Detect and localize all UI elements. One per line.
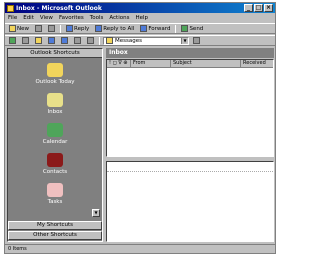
new-button[interactable]: New <box>7 24 31 33</box>
outlook-bar: Outlook Shortcuts Outlook Today Inbox Ca… <box>7 48 103 242</box>
preview-pane[interactable] <box>106 161 274 242</box>
scroll-down-button[interactable]: ▼ <box>92 209 100 217</box>
delete-button[interactable] <box>46 24 57 33</box>
forward-arrow-icon <box>22 37 29 44</box>
print-icon <box>35 25 42 32</box>
send-button-label: Send <box>189 25 204 32</box>
preview-pane-icon <box>61 37 68 44</box>
contacts-icon <box>47 153 63 167</box>
message-list[interactable]: ! ◻ ∇ ⊕ From Subject Received <box>106 59 274 157</box>
advanced-toolbar: Messages ▼ <box>5 35 275 46</box>
window-controls: _ □ × <box>244 4 273 12</box>
inbox-icon <box>47 93 63 107</box>
up-one-level-button[interactable] <box>33 36 44 45</box>
undo-icon <box>87 37 94 44</box>
menu-help[interactable]: Help <box>135 15 148 21</box>
reply-button-label: Reply <box>74 25 90 32</box>
reply-all-button[interactable]: Reply to All <box>93 24 136 33</box>
menu-file[interactable]: File <box>8 15 17 21</box>
outlook-today-icon <box>47 63 63 77</box>
group-other-shortcuts[interactable]: Other Shortcuts <box>8 231 102 240</box>
toolbar-separator <box>60 24 61 33</box>
forward-button[interactable]: Forward <box>138 24 172 33</box>
shortcut-calendar[interactable]: Calendar <box>30 123 80 145</box>
shortcut-label: Tasks <box>47 199 63 205</box>
shortcut-label: Contacts <box>42 169 68 175</box>
shortcut-label: Outlook Today <box>35 79 75 85</box>
forward-icon <box>140 25 148 32</box>
delete-icon <box>48 25 55 32</box>
shortcut-inbox[interactable]: Inbox <box>30 93 80 115</box>
column-header-received[interactable]: Received <box>241 60 273 67</box>
close-button[interactable]: × <box>264 4 273 12</box>
undo-button[interactable] <box>85 36 96 45</box>
status-bar: 0 Items <box>5 244 275 253</box>
menu-tools[interactable]: Tools <box>90 15 104 21</box>
folder-title-banner: Inbox <box>106 48 274 58</box>
folder-list-icon <box>48 37 55 44</box>
column-header-subject[interactable]: Subject <box>171 60 241 67</box>
reply-all-icon <box>95 25 103 32</box>
menu-favorites[interactable]: Favorites <box>59 15 84 21</box>
folder-icon <box>106 37 113 44</box>
minimize-button[interactable]: _ <box>244 4 253 12</box>
print-preview-button[interactable] <box>72 36 83 45</box>
outlook-window: Inbox - Microsoft Outlook _ □ × File Edi… <box>4 2 276 254</box>
back-arrow-icon <box>9 37 16 44</box>
tasks-icon <box>47 183 63 197</box>
send-receive-icon <box>181 25 189 32</box>
toolbar-separator <box>175 24 177 33</box>
shortcut-label: Inbox <box>47 109 63 115</box>
up-folder-icon <box>35 37 42 44</box>
column-header-icons[interactable]: ! ◻ ∇ ⊕ <box>107 60 131 67</box>
preview-header <box>107 162 273 172</box>
maximize-button[interactable]: □ <box>254 4 263 12</box>
toolbar-separator <box>99 36 100 45</box>
column-header-from[interactable]: From <box>131 60 171 67</box>
forward-nav-button[interactable] <box>20 36 31 45</box>
shortcut-tasks[interactable]: Tasks <box>30 183 80 205</box>
view-select[interactable]: Messages ▼ <box>103 36 189 45</box>
new-mail-icon <box>9 25 16 32</box>
organize-icon <box>193 37 200 44</box>
new-button-label: New <box>17 25 29 32</box>
print-preview-icon <box>74 37 81 44</box>
calendar-icon <box>47 123 63 137</box>
shortcut-outlook-today[interactable]: Outlook Today <box>30 63 80 85</box>
menu-edit[interactable]: Edit <box>23 15 34 21</box>
back-button[interactable] <box>7 36 18 45</box>
shortcut-label: Calendar <box>42 139 68 145</box>
menu-actions[interactable]: Actions <box>109 15 129 21</box>
menu-view[interactable]: View <box>40 15 53 21</box>
window-title: Inbox - Microsoft Outlook <box>16 4 102 12</box>
title-bar: Inbox - Microsoft Outlook _ □ × <box>5 3 275 13</box>
reply-button[interactable]: Reply <box>64 24 91 33</box>
chevron-down-icon[interactable]: ▼ <box>181 37 188 44</box>
shortcut-contacts[interactable]: Contacts <box>30 153 80 175</box>
menu-bar: File Edit View Favorites Tools Actions H… <box>5 14 275 22</box>
standard-toolbar: New Reply Reply to All Forward Send <box>5 23 275 34</box>
folder-list-button[interactable] <box>46 36 57 45</box>
column-headers: ! ◻ ∇ ⊕ From Subject Received <box>107 60 273 68</box>
send-receive-button[interactable]: Send <box>179 24 205 33</box>
organize-button[interactable] <box>191 36 202 45</box>
view-select-value: Messages <box>115 37 142 44</box>
group-my-shortcuts[interactable]: My Shortcuts <box>8 221 102 230</box>
status-text: 0 Items <box>8 246 27 252</box>
outlook-shortcuts-header[interactable]: Outlook Shortcuts <box>8 49 102 58</box>
forward-button-label: Forward <box>148 25 171 32</box>
preview-pane-button[interactable] <box>59 36 70 45</box>
reply-icon <box>66 25 73 32</box>
reply-all-button-label: Reply to All <box>103 25 135 32</box>
outlook-app-icon <box>7 4 14 12</box>
print-button[interactable] <box>33 24 44 33</box>
